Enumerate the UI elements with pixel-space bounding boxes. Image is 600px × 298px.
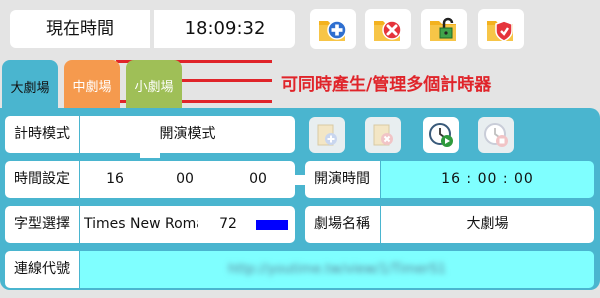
folder-delete-icon (374, 20, 402, 41)
annotation-line-middle (180, 79, 272, 82)
font-color-swatch[interactable] (256, 220, 288, 230)
venue-label: 劇場名稱 (305, 206, 380, 243)
clock-time: 18:09:32 (184, 18, 266, 39)
minute-input[interactable]: 00 (160, 161, 210, 198)
tab-small-theater[interactable]: 小劇場 (126, 60, 182, 108)
tab-big-theater[interactable]: 大劇場 (2, 60, 58, 112)
clock-stop-icon (484, 123, 508, 147)
venue-input[interactable]: 大劇場 (381, 206, 594, 243)
add-item-button[interactable] (309, 117, 345, 153)
hour-input[interactable]: 16 (90, 161, 140, 198)
delete-timer-button[interactable] (365, 9, 411, 49)
start-timer-button[interactable] (423, 117, 459, 153)
doc-delete-icon (373, 124, 393, 146)
protect-timer-button[interactable] (478, 9, 524, 49)
mode-label: 計時模式 (5, 116, 79, 153)
clock-play-icon (429, 123, 453, 147)
start-time-value: 16 : 00 : 00 (381, 161, 594, 198)
font-select[interactable]: Times New Roman (84, 206, 198, 243)
time-label: 時間設定 (5, 161, 79, 198)
annotation-text: 可同時產生/管理多個計時器 (281, 75, 492, 95)
unlock-timer-button[interactable] (421, 9, 467, 49)
mode-connector (140, 153, 160, 158)
start-time-label: 開演時間 (305, 161, 380, 198)
folder-plus-icon (319, 20, 347, 41)
link-value-box[interactable]: http://youtime.tw/view/1/TimerS1 (80, 251, 594, 288)
clock-divider (150, 10, 154, 48)
time-connector (295, 175, 305, 185)
stop-timer-button[interactable] (478, 117, 514, 153)
add-timer-button[interactable] (310, 9, 356, 49)
mode-select[interactable]: 開演模式 (80, 116, 295, 153)
folder-shield-icon (487, 20, 513, 42)
font-size-input[interactable]: 72 (208, 206, 248, 243)
doc-add-icon (317, 124, 337, 146)
delete-item-button[interactable] (365, 117, 401, 153)
second-input[interactable]: 00 (233, 161, 283, 198)
folder-unlock-icon (430, 17, 456, 41)
clock-label: 現在時間 (46, 19, 114, 39)
tab-mid-theater[interactable]: 中劇場 (64, 60, 120, 108)
link-label: 連線代號 (5, 251, 79, 288)
font-label: 字型選擇 (5, 206, 79, 243)
link-value: http://youtime.tw/view/1/TimerS1 (228, 262, 446, 277)
